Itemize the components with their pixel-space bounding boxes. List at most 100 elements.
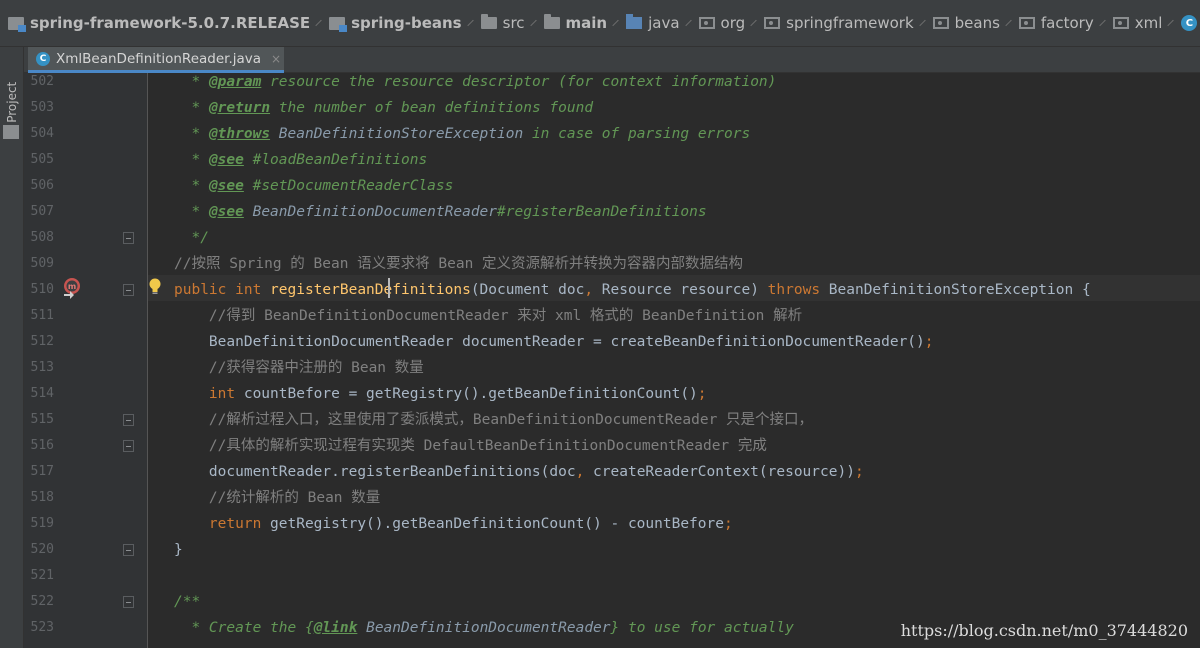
code-token: * (191, 126, 209, 142)
code-text: * @throws BeanDefinitionStoreException i… (174, 121, 750, 147)
package-icon (1112, 17, 1129, 29)
tab-xml-bean-definition-reader[interactable]: C XmlBeanDefinitionReader.java × (28, 47, 284, 73)
code-line: 508 */ (24, 225, 1200, 251)
breadcrumb-item[interactable]: xml (1112, 14, 1162, 32)
project-tool-tab[interactable]: 1: Project (3, 55, 21, 165)
fold-marker-icon[interactable] (123, 232, 134, 244)
breadcrumb-label: springframework (786, 14, 914, 32)
fold-marker-icon[interactable] (123, 596, 134, 608)
line-number: 508 (30, 230, 54, 245)
breadcrumb-item[interactable]: java (626, 14, 680, 32)
line-number: 503 (30, 100, 54, 115)
code-text: * Create the {@link BeanDefinitionDocume… (174, 615, 793, 641)
code-token: */ (191, 230, 209, 246)
line-number: 510 (30, 282, 54, 297)
code-token: in case of parsing errors (523, 126, 751, 142)
breadcrumb-item[interactable]: springframework (764, 14, 914, 32)
line-number: 507 (30, 204, 54, 219)
lightbulb-icon[interactable] (148, 277, 162, 297)
breadcrumb-item[interactable]: beans (932, 14, 1000, 32)
code-token: #loadBeanDefinitions (243, 152, 428, 168)
close-icon[interactable]: × (271, 52, 281, 66)
code-token: int (208, 386, 244, 402)
line-number: 521 (30, 568, 54, 583)
code-token: * Create the (191, 620, 305, 636)
code-token: @see (208, 204, 244, 220)
breadcrumb-label: java (648, 14, 680, 32)
breadcrumb-item[interactable]: CXmlBeanDefinit (1181, 14, 1200, 32)
code-line: 505 * @see #loadBeanDefinitions (24, 147, 1200, 173)
code-text: //按照 Spring 的 Bean 语义要求将 Bean 定义资源解析并转换为… (174, 251, 743, 277)
code-token: countBefore = getRegistry().getBeanDefin… (243, 386, 698, 402)
breadcrumb-label: org (720, 14, 746, 32)
code-text: * @see #setDocumentReaderClass (174, 173, 453, 199)
code-line: 518 //统计解析的 Bean 数量 (24, 485, 1200, 511)
code-line: 516 //具体的解析实现过程有实现类 DefaultBeanDefinitio… (24, 433, 1200, 459)
code-line: 522 /** (24, 589, 1200, 615)
line-number: 515 (30, 412, 54, 427)
override-marker-icon[interactable]: m (62, 277, 84, 299)
code-text: //统计解析的 Bean 数量 (174, 485, 380, 511)
code-token: , (575, 464, 594, 480)
code-token: { (304, 620, 314, 636)
code-line: 506 * @see #setDocumentReaderClass (24, 173, 1200, 199)
code-text: * @see BeanDefinitionDocumentReader#regi… (174, 199, 706, 225)
code-token: BeanDefinitionStoreException { (828, 282, 1091, 298)
fold-marker-icon[interactable] (123, 440, 134, 452)
code-token: //解析过程入口，这里使用了委派模式，BeanDefinitionDocumen… (208, 412, 814, 428)
breadcrumb-label: factory (1040, 14, 1094, 32)
code-token: * (191, 74, 209, 90)
breadcrumb-item[interactable]: src (480, 14, 525, 32)
package-icon (698, 17, 715, 29)
line-number: 511 (30, 308, 54, 323)
code-token: createReaderContext(resource)) (593, 464, 855, 480)
breadcrumb-item[interactable]: org (698, 14, 746, 32)
folder-icon (480, 14, 497, 29)
code-token: //得到 BeanDefinitionDocumentReader 来对 xml… (208, 308, 803, 324)
code-token: ; (924, 334, 934, 350)
code-text: //具体的解析实现过程有实现类 DefaultBeanDefinitionDoc… (174, 433, 767, 459)
code-line: 504 * @throws BeanDefinitionStoreExcepti… (24, 121, 1200, 147)
code-token: , (584, 282, 602, 298)
fold-marker-icon[interactable] (123, 284, 134, 296)
code-editor[interactable]: 502 * @param resource the resource descr… (24, 73, 1200, 648)
folder-icon (543, 14, 560, 29)
code-token: public (174, 282, 236, 298)
code-token: int (235, 282, 271, 298)
code-token: documentReader.registerBeanDefinitions(d… (208, 464, 576, 480)
line-number: 513 (30, 360, 54, 375)
fold-marker-icon[interactable] (123, 414, 134, 426)
breadcrumb-item[interactable]: spring-framework-5.0.7.RELEASE (8, 14, 310, 32)
line-number: 516 (30, 438, 54, 453)
code-token: (Document doc (470, 282, 585, 298)
package-icon (1018, 17, 1035, 29)
code-token: } (174, 542, 183, 558)
line-number: 506 (30, 178, 54, 193)
fold-marker-icon[interactable] (123, 544, 134, 556)
folder-icon (3, 125, 19, 139)
breadcrumb-label: src (502, 14, 525, 32)
code-line: 514 int countBefore = getRegistry().getB… (24, 381, 1200, 407)
module-icon (329, 16, 348, 32)
code-line: 509 //按照 Spring 的 Bean 语义要求将 Bean 定义资源解析并… (24, 251, 1200, 277)
code-text: //获得容器中注册的 Bean 数量 (174, 355, 424, 381)
breadcrumb: spring-framework-5.0.7.RELEASE spring-bea… (0, 0, 1200, 47)
breadcrumb-item[interactable]: factory (1018, 14, 1094, 32)
code-token: @link (313, 620, 358, 636)
code-text: BeanDefinitionDocumentReader documentRea… (174, 329, 934, 355)
code-text: * @see #loadBeanDefinitions (174, 147, 427, 173)
tab-label: XmlBeanDefinitionReader.java (56, 50, 262, 67)
code-line: 513 //获得容器中注册的 Bean 数量 (24, 355, 1200, 381)
code-token: BeanDefinitionDocumentReader (357, 620, 611, 636)
breadcrumb-item[interactable]: spring-beans (329, 14, 462, 32)
breadcrumb-item[interactable]: main (543, 14, 607, 32)
line-number: 512 (30, 334, 54, 349)
